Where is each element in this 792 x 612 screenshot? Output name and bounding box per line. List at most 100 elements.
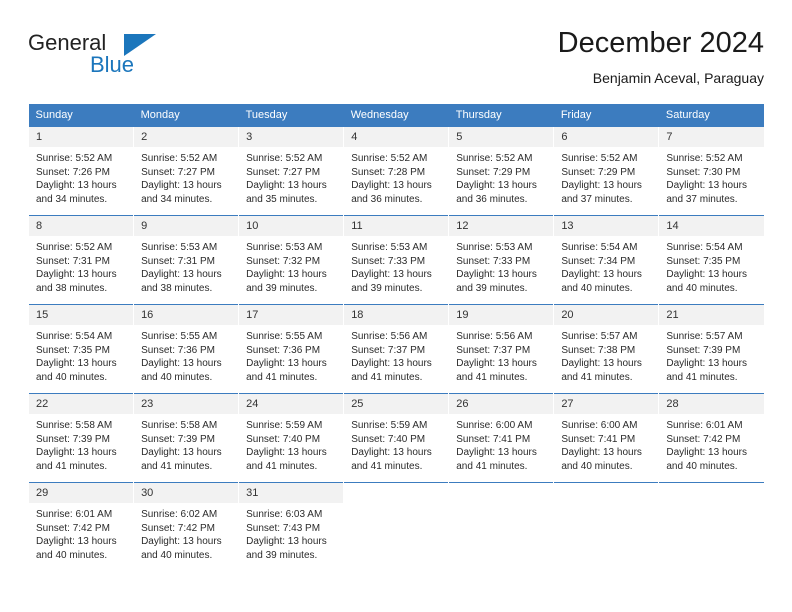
day-number: 4 xyxy=(344,127,449,147)
daylight-text: Daylight: 13 hours and 40 minutes. xyxy=(141,536,222,561)
day-number: 17 xyxy=(239,305,344,325)
day-details: Sunrise: 5:58 AM Sunset: 7:39 PM Dayligh… xyxy=(29,414,133,473)
day-cell[interactable]: 20 Sunrise: 5:57 AM Sunset: 7:38 PM Dayl… xyxy=(553,304,659,394)
day-details: Sunrise: 5:52 AM Sunset: 7:31 PM Dayligh… xyxy=(29,236,133,295)
day-number: 15 xyxy=(29,305,134,325)
day-details: Sunrise: 5:52 AM Sunset: 7:26 PM Dayligh… xyxy=(29,147,133,206)
day-details: Sunrise: 5:52 AM Sunset: 7:29 PM Dayligh… xyxy=(554,147,658,206)
sunset-text: Sunset: 7:42 PM xyxy=(141,522,215,534)
sunrise-text: Sunrise: 5:57 AM xyxy=(666,331,743,342)
day-details: Sunrise: 5:53 AM Sunset: 7:33 PM Dayligh… xyxy=(449,236,553,295)
sunset-text: Sunset: 7:36 PM xyxy=(246,344,321,356)
calendar-week-row: 22 Sunrise: 5:58 AM Sunset: 7:39 PM Dayl… xyxy=(27,393,764,483)
daylight-text: Daylight: 13 hours and 40 minutes. xyxy=(666,447,747,472)
day-cell[interactable]: 6 Sunrise: 5:52 AM Sunset: 7:29 PM Dayli… xyxy=(553,126,659,216)
sunset-text: Sunset: 7:40 PM xyxy=(351,433,426,445)
day-details: Sunrise: 6:00 AM Sunset: 7:41 PM Dayligh… xyxy=(554,414,658,473)
day-number: 23 xyxy=(134,394,239,414)
sunrise-text: Sunrise: 5:52 AM xyxy=(351,153,428,164)
sunset-text: Sunset: 7:43 PM xyxy=(246,522,321,534)
day-cell[interactable]: 18 Sunrise: 5:56 AM Sunset: 7:37 PM Dayl… xyxy=(343,304,449,394)
day-cell[interactable]: 26 Sunrise: 6:00 AM Sunset: 7:41 PM Dayl… xyxy=(448,393,554,483)
day-number: 20 xyxy=(554,305,659,325)
day-cell[interactable]: 22 Sunrise: 5:58 AM Sunset: 7:39 PM Dayl… xyxy=(27,393,134,483)
day-number: 3 xyxy=(239,127,344,147)
daylight-text: Daylight: 13 hours and 40 minutes. xyxy=(36,358,117,383)
sunrise-text: Sunrise: 5:54 AM xyxy=(36,331,113,342)
daylight-text: Daylight: 13 hours and 35 minutes. xyxy=(246,180,327,205)
sunset-text: Sunset: 7:32 PM xyxy=(246,255,321,267)
calendar-body: 1 Sunrise: 5:52 AM Sunset: 7:26 PM Dayli… xyxy=(27,126,764,571)
calendar-week-row: 8 Sunrise: 5:52 AM Sunset: 7:31 PM Dayli… xyxy=(27,215,764,305)
day-number: 22 xyxy=(29,394,134,414)
day-details: Sunrise: 5:56 AM Sunset: 7:37 PM Dayligh… xyxy=(449,325,553,384)
day-cell[interactable]: 10 Sunrise: 5:53 AM Sunset: 7:32 PM Dayl… xyxy=(238,215,344,305)
day-cell[interactable]: 28 Sunrise: 6:01 AM Sunset: 7:42 PM Dayl… xyxy=(658,393,764,483)
day-details: Sunrise: 5:52 AM Sunset: 7:27 PM Dayligh… xyxy=(134,147,238,206)
day-details: Sunrise: 5:54 AM Sunset: 7:35 PM Dayligh… xyxy=(29,325,133,384)
sunset-text: Sunset: 7:40 PM xyxy=(246,433,321,445)
general-blue-logo[interactable]: General Blue xyxy=(28,30,238,92)
sunrise-text: Sunrise: 5:52 AM xyxy=(456,153,533,164)
day-cell[interactable]: 8 Sunrise: 5:52 AM Sunset: 7:31 PM Dayli… xyxy=(27,215,134,305)
sunset-text: Sunset: 7:39 PM xyxy=(666,344,741,356)
day-details: Sunrise: 5:53 AM Sunset: 7:31 PM Dayligh… xyxy=(134,236,238,295)
day-number xyxy=(659,483,764,503)
day-details: Sunrise: 5:54 AM Sunset: 7:35 PM Dayligh… xyxy=(659,236,764,295)
day-cell[interactable]: 31 Sunrise: 6:03 AM Sunset: 7:43 PM Dayl… xyxy=(238,482,344,571)
daylight-text: Daylight: 13 hours and 39 minutes. xyxy=(351,269,432,294)
day-details: Sunrise: 5:59 AM Sunset: 7:40 PM Dayligh… xyxy=(344,414,448,473)
day-number: 10 xyxy=(239,216,344,236)
day-cell[interactable]: 14 Sunrise: 5:54 AM Sunset: 7:35 PM Dayl… xyxy=(658,215,764,305)
day-cell[interactable]: 7 Sunrise: 5:52 AM Sunset: 7:30 PM Dayli… xyxy=(658,126,764,216)
daylight-text: Daylight: 13 hours and 34 minutes. xyxy=(36,180,117,205)
page-subtitle: Benjamin Aceval, Paraguay xyxy=(592,70,764,86)
sunset-text: Sunset: 7:36 PM xyxy=(141,344,215,356)
daylight-text: Daylight: 13 hours and 41 minutes. xyxy=(351,447,432,472)
day-cell[interactable]: 11 Sunrise: 5:53 AM Sunset: 7:33 PM Dayl… xyxy=(343,215,449,305)
sunrise-text: Sunrise: 5:53 AM xyxy=(246,242,323,253)
weekday-header-wednesday: Wednesday xyxy=(343,104,449,127)
day-details: Sunrise: 5:56 AM Sunset: 7:37 PM Dayligh… xyxy=(344,325,448,384)
sunrise-text: Sunrise: 5:52 AM xyxy=(246,153,323,164)
day-cell[interactable]: 13 Sunrise: 5:54 AM Sunset: 7:34 PM Dayl… xyxy=(553,215,659,305)
day-cell[interactable]: 17 Sunrise: 5:55 AM Sunset: 7:36 PM Dayl… xyxy=(238,304,344,394)
day-cell[interactable]: 29 Sunrise: 6:01 AM Sunset: 7:42 PM Dayl… xyxy=(27,482,134,571)
day-cell[interactable]: 21 Sunrise: 5:57 AM Sunset: 7:39 PM Dayl… xyxy=(658,304,764,394)
sunrise-text: Sunrise: 5:55 AM xyxy=(141,331,218,342)
daylight-text: Daylight: 13 hours and 40 minutes. xyxy=(561,447,642,472)
day-cell[interactable]: 23 Sunrise: 5:58 AM Sunset: 7:39 PM Dayl… xyxy=(133,393,239,483)
day-number: 5 xyxy=(449,127,554,147)
day-cell-empty xyxy=(448,482,554,571)
sunset-text: Sunset: 7:35 PM xyxy=(666,255,741,267)
sunset-text: Sunset: 7:37 PM xyxy=(456,344,531,356)
day-details: Sunrise: 5:58 AM Sunset: 7:39 PM Dayligh… xyxy=(134,414,238,473)
day-cell[interactable]: 30 Sunrise: 6:02 AM Sunset: 7:42 PM Dayl… xyxy=(133,482,239,571)
day-cell[interactable]: 5 Sunrise: 5:52 AM Sunset: 7:29 PM Dayli… xyxy=(448,126,554,216)
sunset-text: Sunset: 7:33 PM xyxy=(351,255,426,267)
daylight-text: Daylight: 13 hours and 40 minutes. xyxy=(561,269,642,294)
day-cell[interactable]: 1 Sunrise: 5:52 AM Sunset: 7:26 PM Dayli… xyxy=(27,126,134,216)
daylight-text: Daylight: 13 hours and 38 minutes. xyxy=(36,269,117,294)
day-cell[interactable]: 16 Sunrise: 5:55 AM Sunset: 7:36 PM Dayl… xyxy=(133,304,239,394)
day-cell[interactable]: 12 Sunrise: 5:53 AM Sunset: 7:33 PM Dayl… xyxy=(448,215,554,305)
sunset-text: Sunset: 7:29 PM xyxy=(561,166,636,178)
day-cell[interactable]: 3 Sunrise: 5:52 AM Sunset: 7:27 PM Dayli… xyxy=(238,126,344,216)
weekday-header-friday: Friday xyxy=(553,104,659,127)
day-cell[interactable]: 2 Sunrise: 5:52 AM Sunset: 7:27 PM Dayli… xyxy=(133,126,239,216)
sunrise-text: Sunrise: 5:58 AM xyxy=(36,420,113,431)
day-cell[interactable]: 4 Sunrise: 5:52 AM Sunset: 7:28 PM Dayli… xyxy=(343,126,449,216)
sunrise-text: Sunrise: 5:53 AM xyxy=(456,242,533,253)
daylight-text: Daylight: 13 hours and 39 minutes. xyxy=(246,269,327,294)
day-cell[interactable]: 27 Sunrise: 6:00 AM Sunset: 7:41 PM Dayl… xyxy=(553,393,659,483)
day-details: Sunrise: 5:55 AM Sunset: 7:36 PM Dayligh… xyxy=(239,325,343,384)
daylight-text: Daylight: 13 hours and 41 minutes. xyxy=(141,447,222,472)
day-cell[interactable]: 24 Sunrise: 5:59 AM Sunset: 7:40 PM Dayl… xyxy=(238,393,344,483)
day-cell[interactable]: 15 Sunrise: 5:54 AM Sunset: 7:35 PM Dayl… xyxy=(27,304,134,394)
day-cell[interactable]: 9 Sunrise: 5:53 AM Sunset: 7:31 PM Dayli… xyxy=(133,215,239,305)
day-cell-empty xyxy=(343,482,449,571)
day-cell[interactable]: 25 Sunrise: 5:59 AM Sunset: 7:40 PM Dayl… xyxy=(343,393,449,483)
day-cell[interactable]: 19 Sunrise: 5:56 AM Sunset: 7:37 PM Dayl… xyxy=(448,304,554,394)
calendar-table: Sunday Monday Tuesday Wednesday Thursday… xyxy=(27,104,764,571)
daylight-text: Daylight: 13 hours and 41 minutes. xyxy=(666,358,747,383)
